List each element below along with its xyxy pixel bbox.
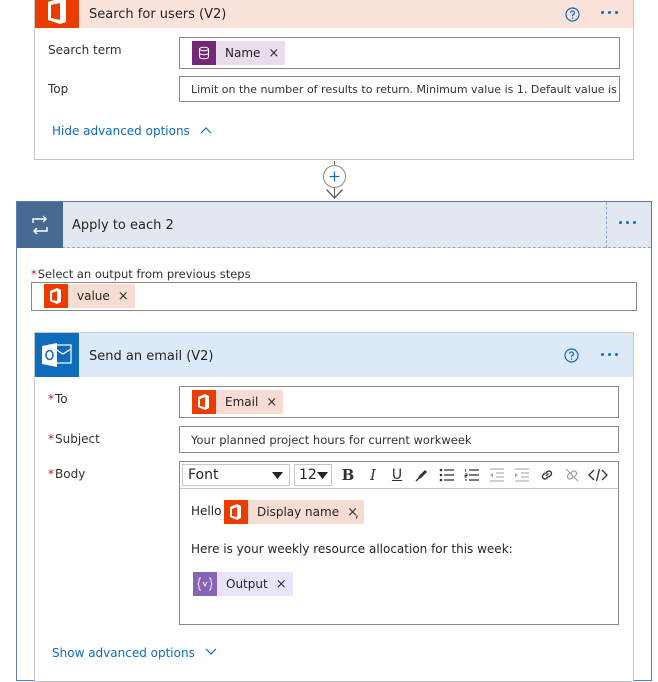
italic-icon[interactable]: I [362,462,384,488]
to-label: *To [48,392,68,406]
database-icon [192,41,216,65]
more-options-icon[interactable] [601,353,618,356]
subject-input[interactable]: Your planned project hours for current w… [179,426,619,453]
unlink-icon[interactable] [561,462,583,488]
subject-label: *Subject [48,432,100,446]
search-term-field[interactable]: Name × [179,37,620,69]
outlook-icon [35,333,79,377]
office-logo-icon [192,390,216,414]
display-name-token-label: Display name [257,505,340,519]
hide-advanced-options-label: Hide advanced options [52,124,190,138]
link-icon[interactable] [536,462,558,488]
send-email-card-header[interactable]: Send an email (V2) [35,333,633,377]
email-token[interactable]: Email × [192,390,284,414]
top-label: Top [48,82,69,96]
variable-icon [193,572,217,596]
hide-advanced-options-link[interactable]: Hide advanced options [52,124,212,138]
name-token-label: Name [225,46,261,60]
select-output-field[interactable]: value × [31,282,637,311]
show-advanced-options-label: Show advanced options [52,646,195,660]
to-field[interactable]: Email × [179,386,619,418]
name-token[interactable]: Name × [192,41,286,65]
code-view-icon[interactable] [586,462,610,488]
search-users-card: Search for users (V2) Search term Name ×… [34,0,634,160]
chevron-down-icon [272,471,283,479]
more-options-icon[interactable] [601,5,618,14]
font-dropdown[interactable]: Font [182,464,290,486]
output-token-label: Output [226,577,268,591]
loop-icon [17,202,63,248]
greeting-text: Hello [191,504,222,518]
font-dropdown-value: Font [188,467,219,483]
rich-text-toolbar: Font 12 B I U [180,462,618,489]
body-editor[interactable]: Font 12 B I U Hello Display name × , Her… [179,461,619,625]
body-line-2: Here is your weekly resource allocation … [191,542,513,556]
office-logo-icon [44,284,68,308]
greeting-punctuation: , [355,506,359,520]
office-logo-icon [35,0,79,28]
top-placeholder: Limit on the number of results to return… [191,83,620,96]
font-size-value: 12 [299,467,317,483]
subject-value: Your planned project hours for current w… [191,433,472,447]
show-advanced-options-link[interactable]: Show advanced options [52,646,217,660]
to-label-text: To [55,392,68,406]
value-token-label: value [77,289,110,303]
help-icon[interactable] [565,7,580,25]
font-size-dropdown[interactable]: 12 [294,464,332,486]
display-name-token[interactable]: Display name × [224,500,364,524]
search-users-title: Search for users (V2) [89,7,227,22]
select-output-label: *Select an output from previous steps [31,267,251,281]
add-step-icon[interactable] [323,165,346,188]
select-output-label-text: Select an output from previous steps [37,267,251,281]
bold-icon[interactable]: B [337,462,359,488]
apply-to-each-title: Apply to each 2 [72,218,174,233]
office-logo-icon [224,500,248,524]
email-token-label: Email [225,395,259,409]
underline-icon[interactable]: U [386,462,408,488]
arrow-down-icon [326,189,343,199]
send-email-title: Send an email (V2) [89,349,214,364]
increase-indent-icon[interactable] [511,462,533,488]
help-icon[interactable] [564,348,579,366]
header-divider [606,202,607,248]
output-token[interactable]: Output × [193,572,293,596]
value-token[interactable]: value × [44,284,135,308]
remove-token-icon[interactable]: × [268,46,285,61]
numbered-list-icon[interactable] [461,462,483,488]
remove-token-icon[interactable]: × [118,289,135,304]
chevron-up-icon [200,127,212,134]
bulleted-list-icon[interactable] [436,462,458,488]
remove-token-icon[interactable]: × [266,395,283,410]
apply-to-each-header[interactable]: Apply to each 2 [17,202,651,248]
search-users-card-header[interactable]: Search for users (V2) [35,0,633,28]
subject-label-text: Subject [55,432,100,446]
pen-icon[interactable] [411,462,433,488]
body-label: *Body [48,467,86,481]
more-options-icon[interactable] [619,221,636,224]
body-label-text: Body [55,467,86,481]
chevron-down-icon [205,648,217,655]
remove-token-icon[interactable]: × [276,577,293,592]
chevron-down-icon [317,471,328,479]
decrease-indent-icon[interactable] [486,462,508,488]
search-term-label: Search term [48,43,122,57]
top-input[interactable]: Limit on the number of results to return… [179,76,620,102]
